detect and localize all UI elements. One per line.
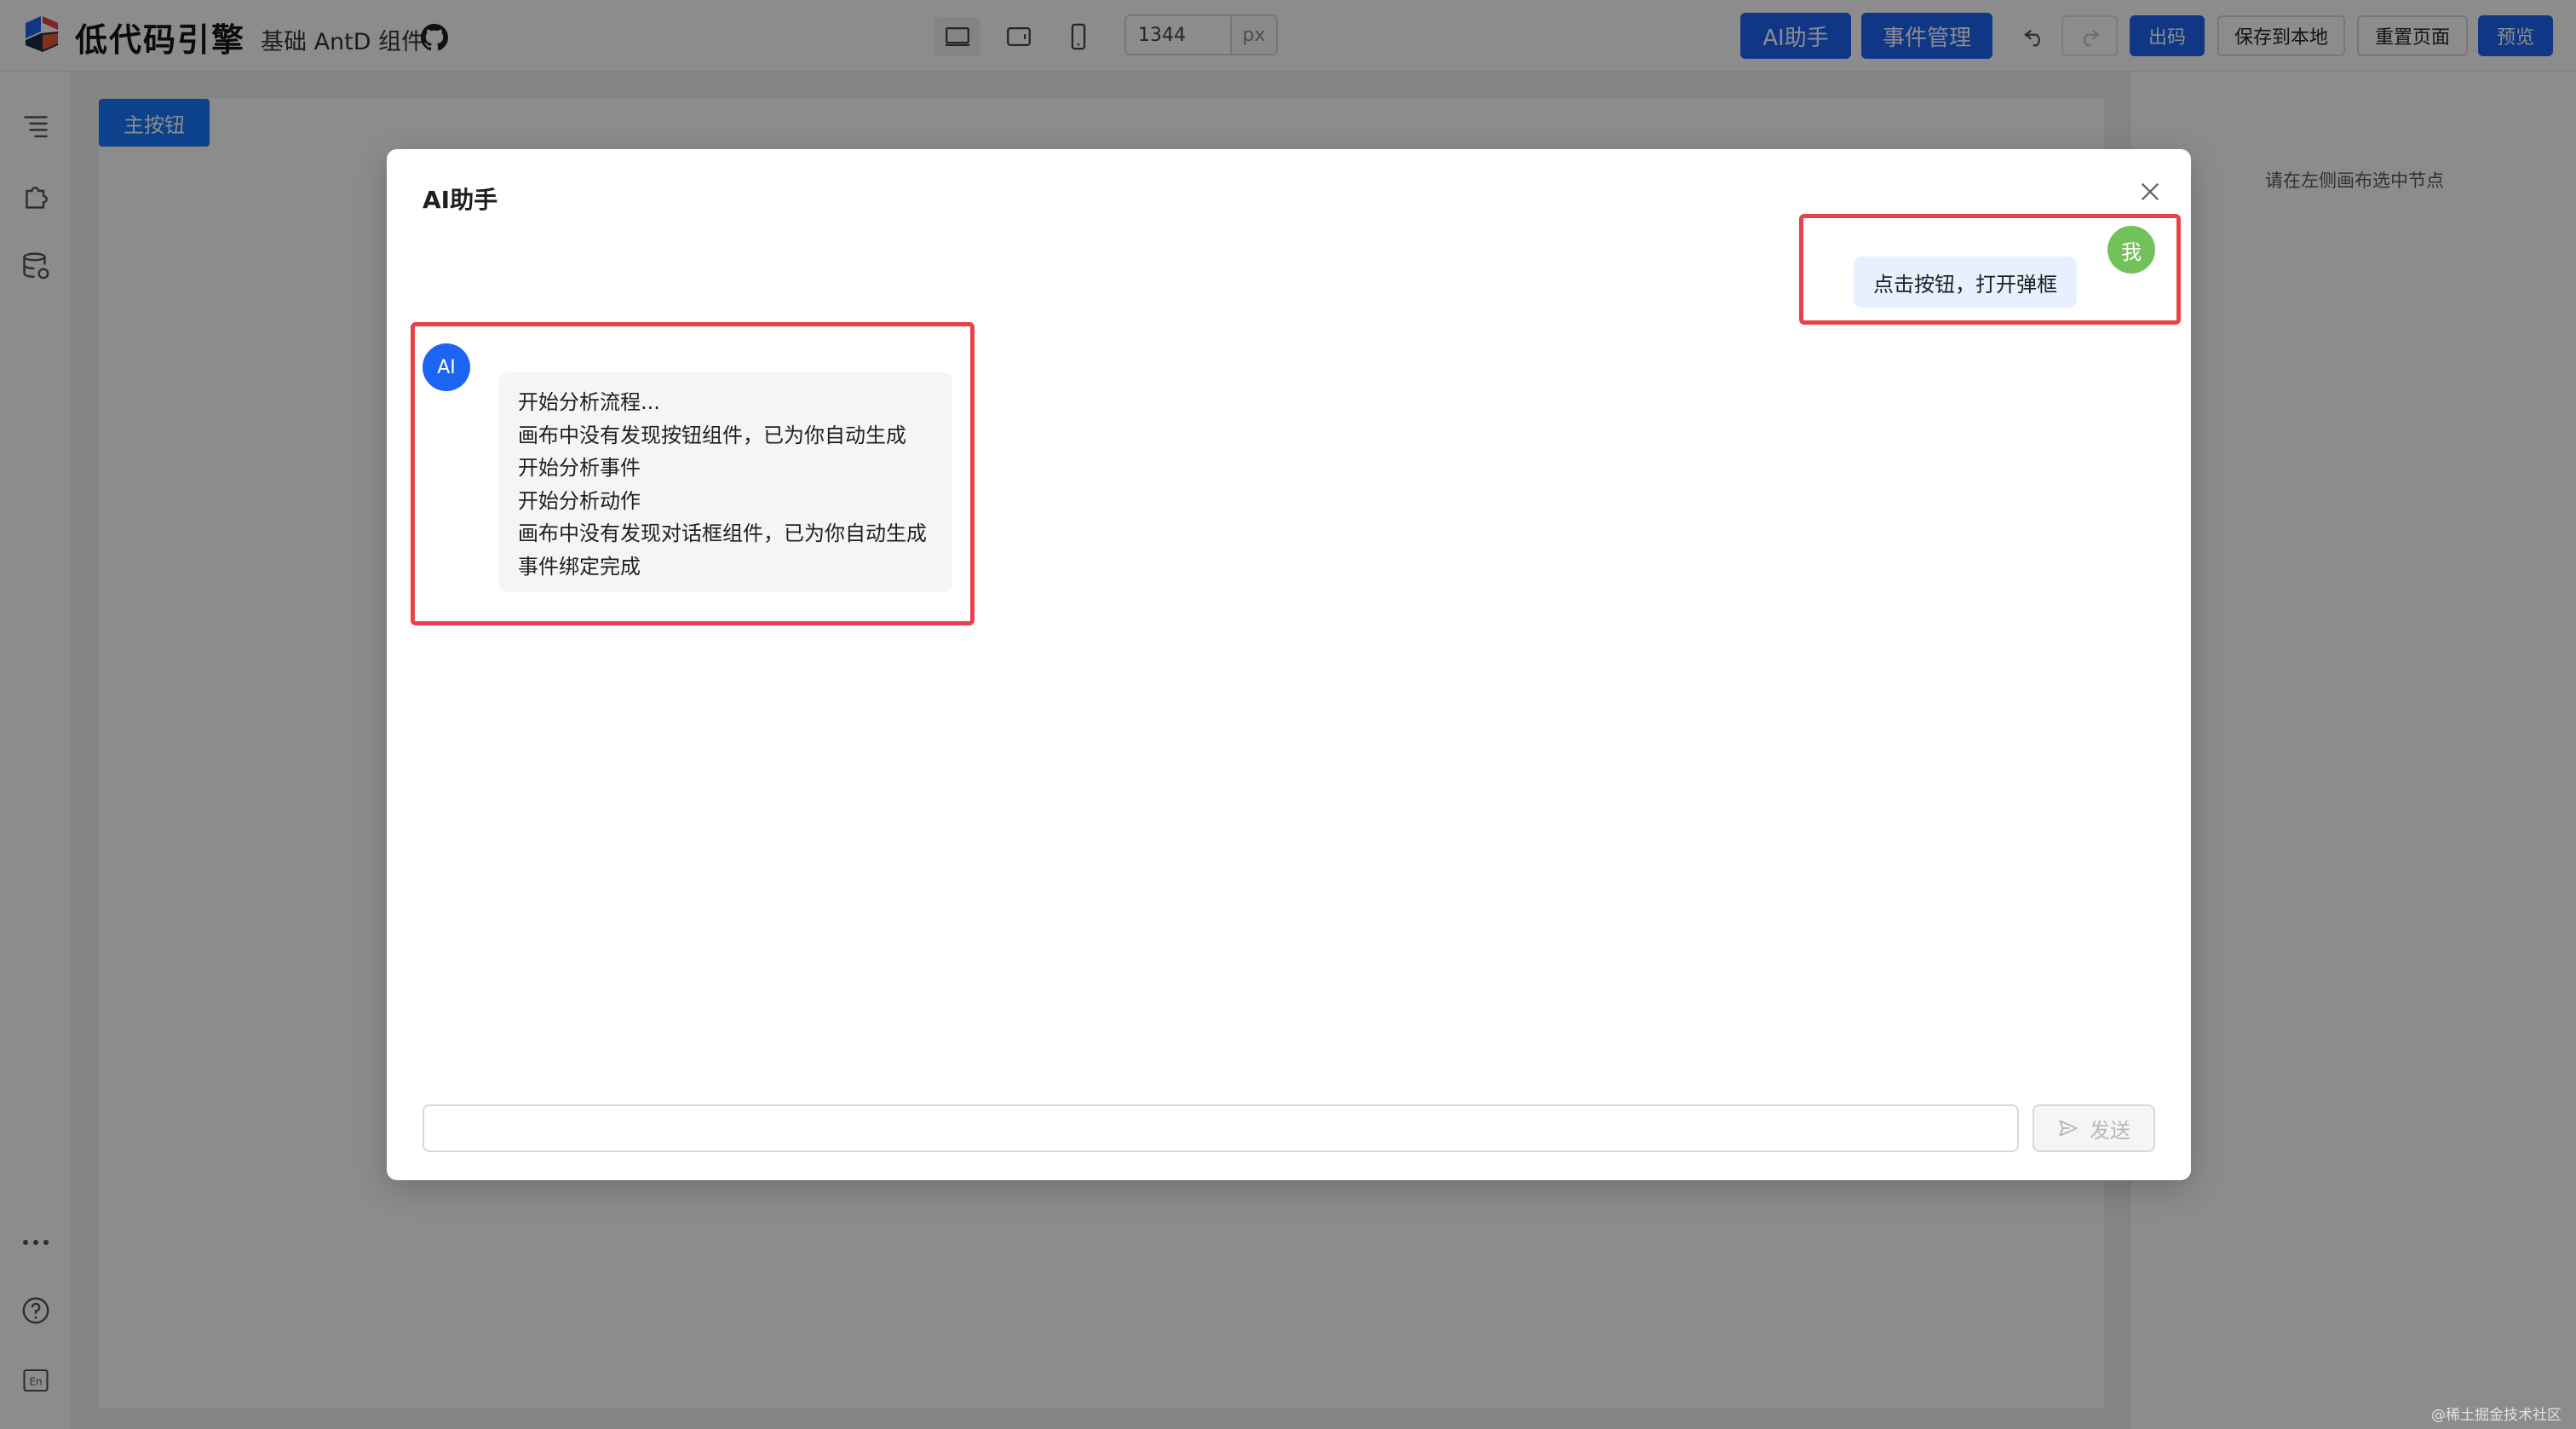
chat-input[interactable] <box>423 1104 2019 1152</box>
send-button[interactable]: 发送 <box>2033 1104 2155 1152</box>
close-modal-button[interactable] <box>2133 175 2167 209</box>
close-icon <box>2141 182 2159 201</box>
send-label: 发送 <box>2090 1118 2130 1143</box>
ai-message-line: 开始分析流程... <box>518 390 660 414</box>
watermark-text: @稀土掘金技术社区 <box>2431 1407 2562 1424</box>
user-message-bubble: 点击按钮，打开弹框 <box>1854 256 2077 308</box>
ai-message-line: 画布中没有发现按钮组件，已为你自动生成 <box>518 423 906 447</box>
send-icon <box>2059 1120 2078 1137</box>
modal-title: AI助手 <box>423 186 498 214</box>
ai-avatar: AI <box>423 343 470 391</box>
ai-message-line: 开始分析动作 <box>518 488 641 513</box>
ai-assistant-modal: AI助手 我 点击按钮，打开弹框 AI 开始分析流程... 画布中没有发现按钮组… <box>387 149 2191 1180</box>
user-avatar: 我 <box>2107 226 2155 274</box>
ai-message-line: 画布中没有发现对话框组件，已为你自动生成 <box>518 521 927 545</box>
ai-message-bubble: 开始分析流程... 画布中没有发现按钮组件，已为你自动生成 开始分析事件 开始分… <box>499 372 952 592</box>
ai-message-line: 事件绑定完成 <box>518 554 641 579</box>
ai-message-line: 开始分析事件 <box>518 456 641 480</box>
